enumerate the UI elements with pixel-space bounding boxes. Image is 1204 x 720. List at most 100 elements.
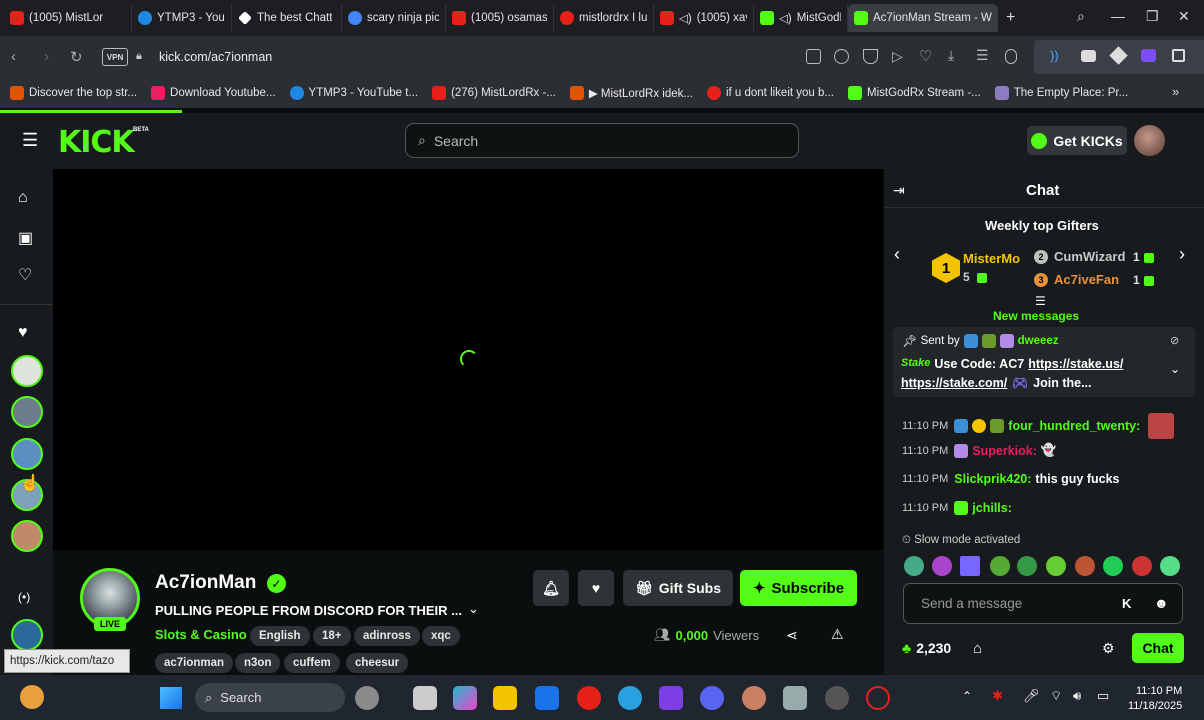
microphone-icon[interactable]: 🎤︎ — [1023, 688, 1040, 704]
tag[interactable]: n3on — [235, 653, 281, 673]
edge-icon[interactable] — [618, 686, 642, 710]
unpin-icon[interactable]: ⊘ — [1170, 334, 1179, 347]
chevron-down-icon[interactable]: ⌄ — [468, 601, 479, 617]
opera-icon[interactable] — [577, 686, 601, 710]
twitch-icon[interactable] — [1141, 49, 1156, 62]
search-tabs-icon[interactable]: ⌕ — [1077, 8, 1085, 25]
emote-icon[interactable] — [1132, 556, 1152, 576]
gifter-name[interactable]: Ac7iveFan — [1054, 272, 1119, 287]
tag[interactable]: ac7ionman — [155, 653, 234, 673]
outlook-icon[interactable] — [535, 686, 559, 710]
tray-chevron-icon[interactable]: ⌃ — [962, 689, 972, 703]
browser-tab[interactable]: mistlordrx I luv — [554, 4, 654, 32]
recommended-channel-avatar[interactable] — [11, 619, 43, 651]
vpn-badge[interactable]: VPN — [102, 48, 128, 66]
hamburger-menu-icon[interactable]: ☰ — [22, 130, 38, 151]
chat-message-input[interactable]: Send a message — [903, 583, 1183, 624]
browser-tab[interactable]: ◁)(1005) xavi — [654, 4, 754, 32]
browser-tab[interactable]: (1005) MistLor — [4, 4, 132, 32]
shield-icon[interactable] — [863, 49, 878, 64]
emote-icon[interactable] — [990, 556, 1010, 576]
settings-gear-icon[interactable]: ⚙ — [1102, 640, 1115, 657]
emote-icon[interactable] — [1160, 556, 1180, 576]
cube-icon[interactable] — [1172, 49, 1185, 62]
more-bookmarks-icon[interactable]: » — [1172, 84, 1179, 99]
taskbar-app-icon[interactable] — [742, 686, 766, 710]
taskbar-clock[interactable]: 11:10 PM 11/18/2025 — [1128, 684, 1182, 714]
restore-icon[interactable]: ❐ — [1146, 8, 1159, 25]
edit-icon[interactable] — [806, 49, 821, 64]
messenger-icon[interactable] — [1081, 50, 1096, 62]
taskbar-app-icon[interactable] — [355, 686, 379, 710]
url-field[interactable]: kick.com/ac7ionman — [159, 50, 272, 64]
folder-icon[interactable] — [493, 686, 517, 710]
emote-icon[interactable] — [960, 556, 980, 576]
tag[interactable]: 18+ — [313, 626, 351, 646]
bookmark[interactable]: if u dont likeit you b... — [706, 86, 834, 100]
followed-channel-avatar[interactable] — [11, 355, 43, 387]
minimize-icon[interactable]: — — [1111, 8, 1125, 24]
following-heart-icon[interactable]: ♡ — [18, 265, 32, 285]
emote-icon[interactable] — [1017, 556, 1037, 576]
volume-icon[interactable]: 🔊︎ — [1073, 688, 1081, 704]
home-icon[interactable]: ⌂ — [18, 189, 28, 207]
followed-channel-avatar[interactable] — [11, 396, 43, 428]
bookmark[interactable]: YTMP3 - YouTube t... — [289, 86, 418, 100]
emote-icon[interactable] — [1103, 556, 1123, 576]
followed-channel-avatar[interactable] — [11, 438, 43, 470]
followed-channel-avatar[interactable] — [11, 520, 43, 552]
browser-tab[interactable]: YTMP3 - YouTu — [132, 4, 232, 32]
chevron-right-icon[interactable]: › — [1179, 244, 1185, 265]
new-tab-icon[interactable]: + — [1006, 9, 1015, 27]
browser-tab[interactable]: scary ninja pic — [342, 4, 446, 32]
wifi-icon[interactable]: ⌔ — [1050, 688, 1062, 704]
back-icon[interactable]: ‹ — [11, 48, 16, 65]
tag[interactable]: English — [250, 626, 310, 646]
menu-lines-icon[interactable]: ☰ — [976, 47, 989, 64]
report-warning-icon[interactable]: ⚠ — [831, 626, 844, 643]
browser-tab[interactable]: (1005) osamas — [446, 4, 554, 32]
lock-icon[interactable]: 🔒︎ — [136, 50, 142, 63]
close-icon[interactable]: ✕ — [1178, 8, 1190, 25]
emote-icon[interactable] — [1046, 556, 1066, 576]
reload-icon[interactable]: ↻ — [70, 48, 83, 66]
emote-icon[interactable] — [1075, 556, 1095, 576]
windows-start-icon[interactable] — [160, 687, 182, 709]
chevron-down-icon[interactable]: ⌄ — [1170, 362, 1180, 376]
send-chat-button[interactable]: Chat — [1132, 633, 1184, 663]
live-broadcast-icon[interactable]: (•) — [18, 590, 30, 604]
wallet-icon[interactable] — [1005, 49, 1017, 64]
play-icon[interactable]: ▷ — [892, 48, 903, 65]
forward-icon[interactable]: › — [44, 48, 49, 65]
stream-category[interactable]: Slots & Casino — [155, 627, 247, 642]
obs-icon[interactable] — [825, 686, 849, 710]
channel-points[interactable]: ♣ 2,230 — [902, 640, 951, 656]
user-avatar[interactable] — [1134, 125, 1165, 156]
bookmark[interactable]: Download Youtube... — [151, 86, 276, 100]
file-explorer-blank-icon[interactable] — [413, 686, 437, 710]
gift-subs-button[interactable]: 🎁︎ Gift Subs — [623, 570, 733, 606]
discord-icon[interactable] — [700, 686, 724, 710]
subscribe-button[interactable]: ✦ Subscribe — [740, 570, 857, 606]
opera-gx-icon[interactable] — [866, 686, 890, 710]
camera-icon[interactable] — [834, 49, 849, 64]
tray-app-icon[interactable]: ✱ — [992, 688, 1003, 704]
new-messages-label[interactable]: New messages — [993, 309, 1079, 323]
browser-tab-active[interactable]: Ac7ionMan Stream - Wa — [848, 4, 998, 32]
notification-bell-button[interactable]: 🔔︎ — [533, 570, 569, 606]
follow-button[interactable]: ♥ — [578, 570, 614, 606]
bookmark[interactable]: MistGodRx Stream -... — [848, 86, 981, 100]
gifter-name[interactable]: MisterMo — [963, 251, 1020, 266]
stake-link[interactable]: https://stake.com/ — [901, 376, 1007, 391]
share-icon[interactable]: ⋖ — [786, 627, 798, 644]
kick-logo[interactable]: KICK — [58, 125, 135, 160]
aria-icon[interactable]: )) — [1050, 48, 1059, 63]
chevron-left-icon[interactable]: ‹ — [894, 244, 900, 265]
bookmark[interactable]: (276) MistLordRx -... — [432, 86, 556, 100]
bookmark[interactable]: The Empty Place: Pr... — [994, 86, 1128, 100]
tag[interactable]: xqc — [422, 626, 460, 646]
tag[interactable]: adinross — [354, 626, 420, 646]
battery-icon[interactable]: ▭ — [1097, 688, 1109, 704]
weather-icon[interactable] — [20, 685, 44, 709]
search-input[interactable]: ⌕ Search — [405, 123, 799, 158]
